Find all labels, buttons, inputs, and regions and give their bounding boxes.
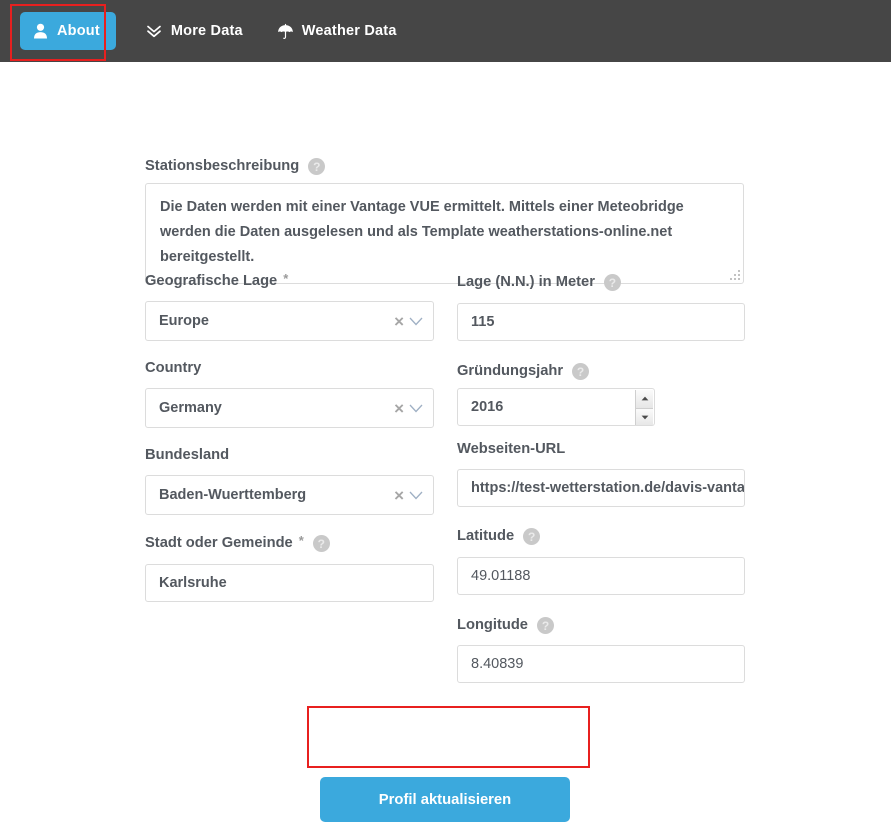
clear-icon-country[interactable]: × (391, 400, 407, 417)
select-bundesland-value: Baden-Wuerttemberg (159, 487, 307, 503)
input-stadt-oder-gemeinde[interactable]: Karlsruhe (145, 564, 434, 602)
help-icon-latitude[interactable]: ? (523, 528, 541, 545)
input-gruendungsjahr[interactable]: 2016 (457, 388, 655, 426)
label-webseiten-url-text: Webseiten-URL (457, 441, 566, 457)
label-gruendungsjahr-text: Gründungsjahr (457, 363, 564, 380)
label-country: Country (145, 361, 201, 376)
select-bundesland[interactable]: Baden-Wuerttemberg × (145, 475, 434, 515)
label-longitude-text: Longitude (457, 617, 528, 634)
label-lage-nn-in-meter: Lage (N.N.) in Meter ? (457, 274, 621, 291)
label-bundesland: Bundesland (145, 448, 229, 463)
help-icon-gruendungsjahr[interactable]: ? (572, 363, 590, 380)
input-stadt-oder-gemeinde-value: Karlsruhe (159, 575, 227, 591)
required-marker-geografische-lage: * (283, 270, 289, 286)
label-country-text: Country (145, 360, 202, 376)
nav-item-weather-data-label: Weather Data (301, 23, 397, 39)
help-icon-longitude[interactable]: ? (536, 617, 554, 634)
double-chevron-down-icon (146, 22, 163, 40)
input-gruendungsjahr-value: 2016 (471, 399, 504, 415)
label-lage-nn-in-meter-text: Lage (N.N.) in Meter (457, 274, 595, 291)
nav-item-more-data[interactable]: More Data (142, 0, 247, 62)
nav-item-about[interactable]: About (20, 12, 116, 50)
select-geografische-lage-value: Europe (159, 313, 209, 329)
textarea-resize-handle[interactable] (730, 270, 740, 280)
submit-button[interactable]: Profil aktualisieren (320, 777, 570, 822)
input-webseiten-url-value: https://test-wetterstation.de/davis-vant… (471, 480, 745, 496)
label-bundesland-text: Bundesland (145, 447, 230, 463)
select-geografische-lage[interactable]: Europe × (145, 301, 434, 341)
input-lage-nn-in-meter[interactable]: 115 (457, 303, 745, 341)
required-marker-stadt-oder-gemeinde: * (298, 533, 304, 548)
input-webseiten-url[interactable]: https://test-wetterstation.de/davis-vant… (457, 469, 745, 507)
chevron-down-icon-geografische-lage[interactable] (407, 317, 425, 326)
select-country-value: Germany (159, 400, 222, 416)
profile-form: Stationsbeschreibung ? Die Daten werden … (0, 62, 891, 822)
chevron-down-icon-country[interactable] (407, 404, 425, 413)
chevron-down-icon-bundesland[interactable] (407, 491, 425, 500)
label-latitude-text: Latitude (457, 528, 515, 545)
label-longitude: Longitude ? (457, 617, 554, 634)
clear-icon-bundesland[interactable]: × (391, 487, 407, 504)
select-country[interactable]: Germany × (145, 388, 434, 428)
input-longitude[interactable]: 8.40839 (457, 645, 745, 683)
nav-item-about-label: About (57, 23, 100, 39)
help-icon-stationsbeschreibung[interactable]: ? (308, 158, 326, 175)
nav-item-more-data-label: More Data (170, 23, 243, 39)
help-icon-stadt-oder-gemeinde[interactable]: ? (312, 535, 330, 552)
label-geografische-lage: Geografische Lage * (145, 270, 289, 289)
input-lage-nn-in-meter-value: 115 (471, 314, 495, 330)
stationsbeschreibung-textarea[interactable]: Die Daten werden mit einer Vantage VUE e… (145, 183, 744, 284)
label-stationsbeschreibung: Stationsbeschreibung ? (145, 158, 326, 175)
umbrella-icon (277, 22, 294, 40)
input-latitude-value: 49.01188 (471, 568, 531, 584)
input-latitude[interactable]: 49.01188 (457, 557, 745, 595)
label-gruendungsjahr: Gründungsjahr ? (457, 363, 590, 380)
top-navbar: About More Data Weather Data (0, 0, 891, 62)
label-stadt-oder-gemeinde-text: Stadt oder Gemeinde (145, 535, 293, 552)
input-longitude-value: 8.40839 (471, 656, 524, 672)
label-stadt-oder-gemeinde: Stadt oder Gemeinde * ? (145, 533, 330, 552)
clear-icon-geografische-lage[interactable]: × (391, 313, 407, 330)
label-webseiten-url: Webseiten-URL (457, 442, 565, 457)
user-icon (32, 22, 49, 40)
gruendungsjahr-number-stepper[interactable] (635, 390, 653, 425)
help-icon-lage-nn-in-meter[interactable]: ? (603, 274, 621, 291)
label-geografische-lage-text: Geografische Lage (145, 273, 278, 289)
stepper-down-icon[interactable] (636, 408, 653, 425)
stepper-up-icon[interactable] (636, 390, 653, 409)
nav-item-weather-data[interactable]: Weather Data (273, 0, 401, 62)
stationsbeschreibung-value: Die Daten werden mit einer Vantage VUE e… (160, 199, 684, 265)
label-latitude: Latitude ? (457, 528, 541, 545)
label-stationsbeschreibung-text: Stationsbeschreibung (145, 158, 300, 175)
